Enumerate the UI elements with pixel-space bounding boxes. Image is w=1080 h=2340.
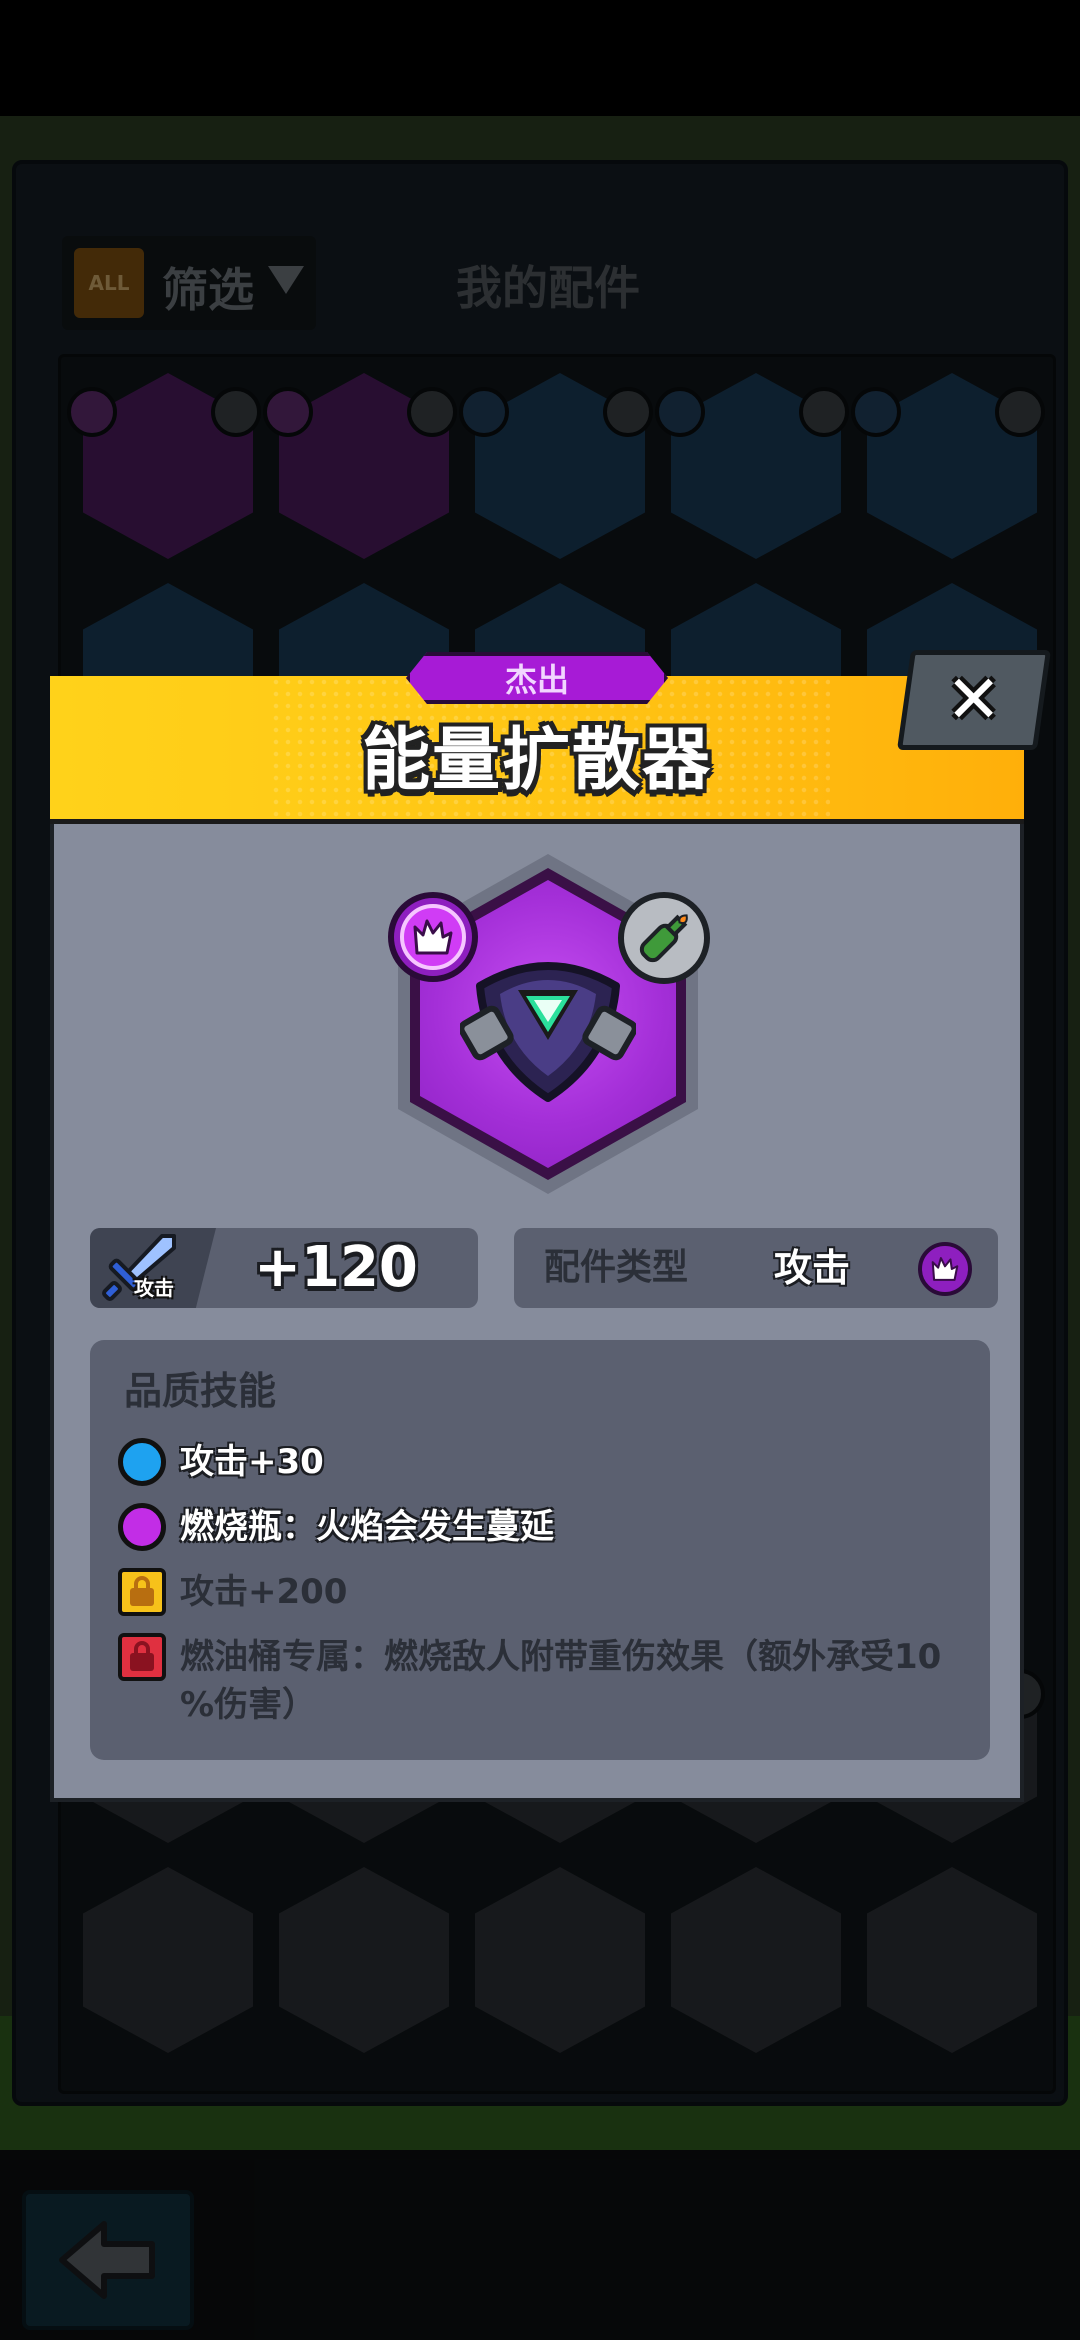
stat-value: +120 — [254, 1235, 418, 1300]
rarity-tag: 杰出 — [406, 652, 668, 704]
lock-icon — [118, 1633, 166, 1681]
modal-body: 攻击 +120 配件类型 攻击 品质技能 攻击+30 燃烧瓶：火焰会发生蔓延 攻… — [50, 824, 1024, 1802]
accessory-type-label: 配件类型 — [544, 1247, 689, 1288]
skill-row: 燃油桶专属：燃烧敌人附带重伤效果（额外承受10 %伤害） — [118, 1633, 978, 1729]
close-button[interactable]: ✕ — [896, 650, 1052, 750]
quality-skills-panel: 品质技能 攻击+30 燃烧瓶：火焰会发生蔓延 攻击+200 燃油桶专属：燃烧敌人… — [90, 1340, 990, 1760]
accessory-type: 配件类型 攻击 — [514, 1228, 998, 1308]
attack-type-icon — [918, 1242, 972, 1296]
skill-row: 攻击+200 — [118, 1568, 978, 1616]
stat-icon-label: 攻击 — [134, 1276, 174, 1300]
attack-stat: 攻击 +120 — [90, 1228, 478, 1308]
accessory-detail-modal: 攻击 +120 配件类型 攻击 品质技能 攻击+30 燃烧瓶：火焰会发生蔓延 攻… — [50, 650, 1052, 1802]
lock-icon — [118, 1568, 166, 1616]
skill-row: 攻击+30 — [118, 1438, 978, 1486]
burst-icon — [413, 919, 453, 955]
attack-type-icon — [388, 892, 478, 982]
purple-dot-icon — [118, 1503, 166, 1551]
accessory-type-value: 攻击 — [774, 1246, 851, 1290]
skill-text: 攻击+200 — [180, 1572, 348, 1612]
skill-text: 攻击+30 — [180, 1442, 324, 1482]
skills-title: 品质技能 — [124, 1369, 277, 1413]
skill-row: 燃烧瓶：火焰会发生蔓延 — [118, 1503, 978, 1551]
skill-text: 燃烧瓶：火焰会发生蔓延 — [180, 1507, 554, 1547]
energy-diffuser-icon — [460, 962, 636, 1102]
skill-text: %伤害） — [180, 1685, 317, 1725]
item-name: 能量扩散器 — [361, 721, 712, 800]
blue-dot-icon — [118, 1438, 166, 1486]
close-icon: ✕ — [946, 661, 1002, 738]
molotov-bottle-icon — [618, 892, 710, 984]
skill-text: 燃油桶专属：燃烧敌人附带重伤效果（额外承受10 — [180, 1637, 942, 1677]
